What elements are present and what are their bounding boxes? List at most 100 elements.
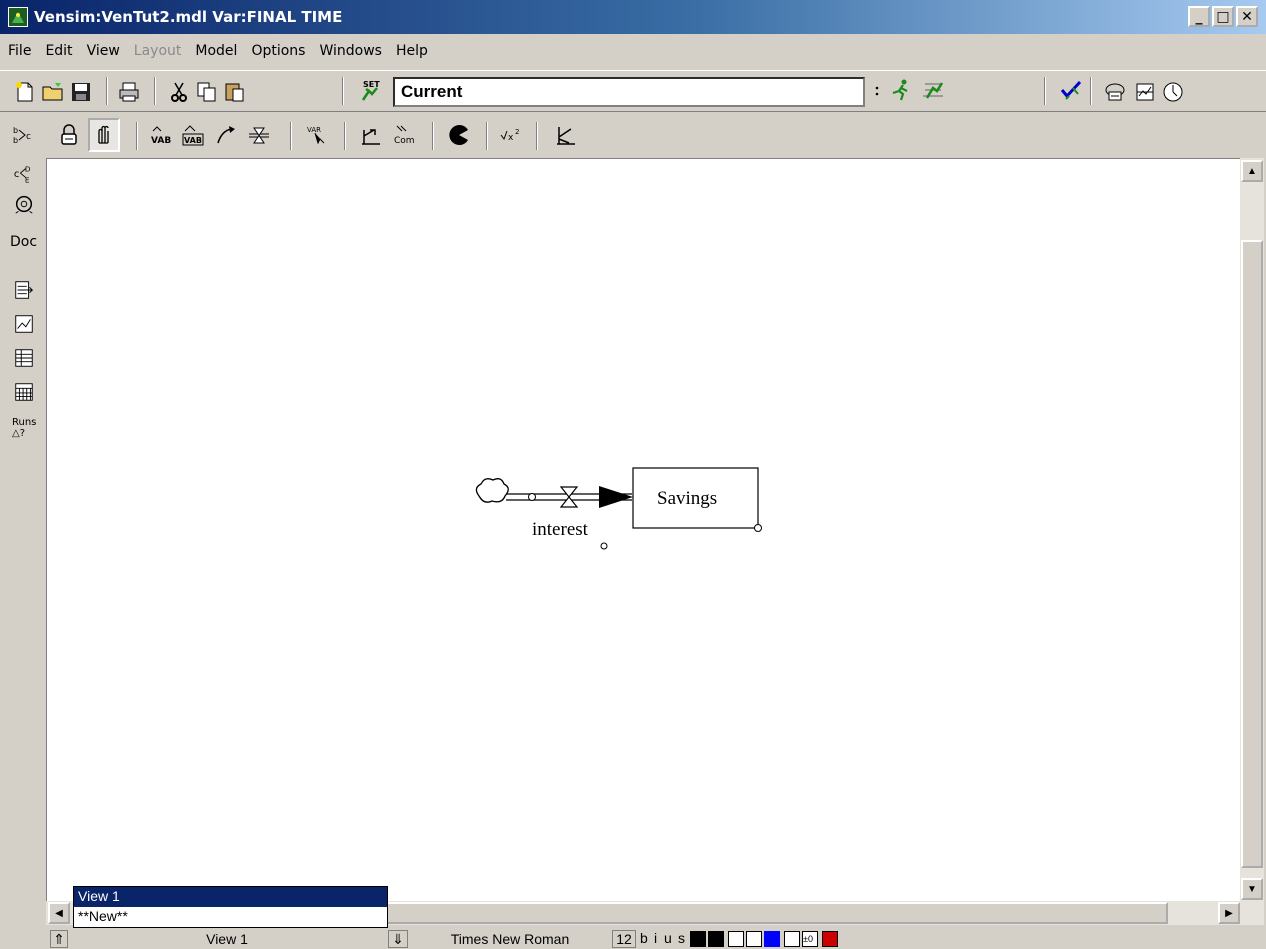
fill-color-swatch[interactable] [708,931,724,947]
maximize-button[interactable]: □ [1212,6,1234,27]
synthesim-icon[interactable] [920,77,946,103]
menu-options[interactable]: Options [251,43,305,59]
menu-help[interactable]: Help [396,43,428,59]
loops-icon[interactable] [12,192,36,216]
font-down-icon[interactable]: ⇓ [388,930,408,948]
close-button[interactable]: ✕ [1236,6,1258,27]
position-icon[interactable] [746,931,762,947]
menu-view[interactable]: View [87,43,120,59]
table-time-down-icon[interactable] [12,380,36,404]
runs-compare-delta-icon[interactable]: △? [12,428,25,439]
analysis-toolbar: cDE Doc Runs △? [0,160,46,900]
svg-text:b: b [13,136,18,145]
savings-stock-label[interactable]: Savings [657,488,717,510]
equations-icon[interactable]: x2 [498,122,524,148]
view-up-icon[interactable]: ⇑ [50,930,68,948]
svg-text:b: b [13,126,18,135]
window-title: Vensim:VenTut2.mdl Var:FINAL TIME [34,8,343,26]
document-tool[interactable]: Doc [10,234,37,250]
analysis-tool-icon[interactable] [1102,79,1128,105]
simulate-runner-icon[interactable] [888,77,914,103]
vertical-scroll-thumb[interactable] [1241,240,1263,868]
underline-toggle[interactable]: u [664,930,672,948]
new-model-icon[interactable] [12,79,38,105]
runs-compare-tool[interactable]: Runs [12,418,36,428]
causes-strip-icon[interactable] [12,278,36,302]
view-option-view1[interactable]: View 1 [74,887,387,907]
italic-toggle[interactable]: i [654,930,657,948]
run-name-field[interactable]: Current [393,77,865,107]
svg-text:Com: Com [394,136,415,146]
print-icon[interactable] [116,79,142,105]
scroll-right-icon[interactable]: ▶ [1218,902,1240,924]
menu-model[interactable]: Model [195,43,237,59]
text-color-swatch[interactable] [690,931,706,947]
table-icon[interactable] [12,346,36,370]
scroll-up-icon[interactable]: ▲ [1241,160,1263,182]
delete-pacman-icon[interactable] [446,122,472,148]
shadow-variable-icon[interactable]: VAR [304,122,330,148]
graph-tool-icon[interactable] [1132,79,1158,105]
open-folder-icon[interactable] [40,79,66,105]
menu-edit[interactable]: Edit [45,43,72,59]
menu-windows[interactable]: Windows [319,43,382,59]
current-view-name[interactable]: View 1 [68,930,386,948]
copy-icon[interactable] [194,79,220,105]
menu-file[interactable]: File [8,43,31,59]
input-output-icon[interactable] [358,122,384,148]
comment-tool-icon[interactable]: Com [390,122,416,148]
main-toolbar: SET Current [0,70,1266,112]
scroll-left-icon[interactable]: ◀ [48,902,70,924]
save-icon[interactable] [68,79,94,105]
cut-icon[interactable] [166,79,192,105]
vensim-app-icon[interactable] [8,7,28,27]
highlight-color-swatch[interactable] [822,931,838,947]
uses-tree-icon[interactable]: cDE [12,162,36,186]
reality-check-icon[interactable] [1058,77,1084,103]
svg-text:SET: SET [363,80,380,89]
sketch-canvas[interactable]: Savings interest [46,158,1240,901]
interest-flow-label[interactable]: interest [532,519,588,541]
causes-tree-icon[interactable]: bbc [10,122,36,148]
scroll-down-icon[interactable]: ▼ [1241,878,1263,900]
menu-bar: File Edit View Layout Model Options Wind… [0,34,1266,68]
line-width-icon[interactable]: ±0 [802,931,818,947]
set-simulation-icon[interactable]: SET [358,77,384,103]
status-bar: ⇑ View 1 ⇓ Times New Roman 12 b i u s ±0 [0,927,1266,949]
interest-valve-icon [559,486,579,508]
minimize-button[interactable]: _ [1188,6,1210,27]
svg-text:x: x [508,133,514,143]
graph-icon[interactable] [12,312,36,336]
view-select-dropdown[interactable]: View 1 **New** [73,886,388,928]
gauge-icon[interactable] [1160,79,1186,105]
svg-text:c: c [14,169,20,180]
paste-icon[interactable] [222,79,248,105]
stock-flow-diagram [475,467,762,550]
lock-icon[interactable] [56,122,82,148]
box-shape-icon[interactable] [728,931,744,947]
cloud-source-icon [475,478,509,503]
hand-move-icon[interactable] [88,118,120,152]
arrow-tool-icon[interactable] [214,122,240,148]
horizontal-scroll-thumb[interactable] [376,902,1168,924]
svg-text:VAR: VAR [307,126,321,134]
svg-text:VAB: VAB [151,136,171,146]
box-variable-icon[interactable]: VAB [180,122,206,148]
flow-arrowhead [599,486,633,508]
reference-mode-icon[interactable] [552,122,578,148]
rate-tool-icon[interactable] [246,122,272,148]
font-name[interactable]: Times New Roman [410,930,610,948]
arrow-style-icon[interactable] [784,931,800,947]
title-bar[interactable]: Vensim:VenTut2.mdl Var:FINAL TIME _ □ ✕ [0,0,1266,34]
font-size[interactable]: 12 [612,930,636,948]
bold-toggle[interactable]: b [640,930,648,948]
vertical-scrollbar[interactable]: ▲ ▼ [1240,158,1264,901]
svg-text:D: D [25,164,31,173]
menu-layout[interactable]: Layout [134,43,182,59]
sketch-toolbar: bbc VAB VAB VAR Com x2 [0,114,1266,158]
arrow-color-swatch[interactable] [764,931,780,947]
variable-tool-icon[interactable]: VAB [148,122,174,148]
svg-text:E: E [25,175,30,184]
view-option-new[interactable]: **New** [74,907,387,927]
strikethrough-toggle[interactable]: s [678,930,685,948]
